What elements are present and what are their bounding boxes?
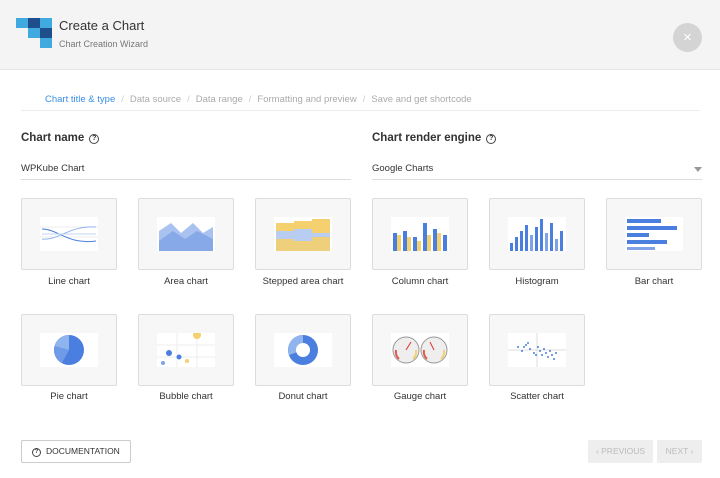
- tile-label: Bubble chart: [159, 391, 213, 402]
- pie-chart-icon: [40, 333, 98, 367]
- bar-chart-tile[interactable]: [606, 198, 702, 270]
- chart-name-input[interactable]: WPKube Chart: [21, 160, 351, 180]
- pie-chart-tile[interactable]: [21, 314, 117, 386]
- render-engine-label-text: Chart render engine: [372, 132, 482, 144]
- chart-name-label: Chart name?: [21, 132, 100, 144]
- wizard-steps: Chart title & type / Data source / Data rang…: [21, 94, 700, 111]
- documentation-label: DOCUMENTATION: [46, 446, 120, 456]
- gauge-chart-tile[interactable]: [372, 314, 468, 386]
- bubble-chart-icon: [157, 333, 215, 367]
- help-icon[interactable]: ?: [89, 134, 100, 144]
- gauge-chart-icon: [391, 333, 449, 367]
- chevron-down-icon: [694, 167, 702, 172]
- previous-button[interactable]: ‹ PREVIOUS: [588, 440, 653, 463]
- area-chart-tile[interactable]: [138, 198, 234, 270]
- step-separator: /: [248, 94, 252, 105]
- tile-label: Histogram: [515, 276, 559, 287]
- histogram-icon: [508, 217, 566, 251]
- tile-label: Line chart: [48, 276, 90, 287]
- app-logo-icon: [16, 18, 52, 48]
- column-chart-icon: [391, 217, 449, 251]
- tile-label: Donut chart: [278, 391, 328, 402]
- tile-label: Pie chart: [50, 391, 88, 402]
- tile-label: Gauge chart: [393, 391, 447, 402]
- help-icon[interactable]: ?: [486, 134, 497, 144]
- bar-chart-icon: [625, 217, 683, 251]
- stepped-area-chart-icon: [274, 217, 332, 251]
- line-chart-icon: [40, 217, 98, 251]
- step-chart-title-type[interactable]: Chart title & type: [45, 94, 115, 105]
- documentation-button[interactable]: ? DOCUMENTATION: [21, 440, 131, 463]
- step-save-shortcode[interactable]: Save and get shortcode: [371, 94, 471, 105]
- scatter-chart-tile[interactable]: [489, 314, 585, 386]
- tile-label: Area chart: [164, 276, 208, 287]
- close-icon: ×: [683, 29, 692, 46]
- wizard-header: Create a Chart Chart Creation Wizard ×: [0, 0, 720, 70]
- bubble-chart-tile[interactable]: [138, 314, 234, 386]
- next-button[interactable]: NEXT ›: [657, 440, 702, 463]
- scatter-chart-icon: [508, 333, 566, 367]
- step-data-range[interactable]: Data range: [196, 94, 243, 105]
- column-chart-tile[interactable]: [372, 198, 468, 270]
- tile-label: Stepped area chart: [262, 276, 344, 287]
- render-engine-value: Google Charts: [372, 163, 434, 174]
- tile-label: Scatter chart: [510, 391, 564, 402]
- tile-label: Column chart: [391, 276, 449, 287]
- step-separator: /: [121, 94, 124, 105]
- chart-name-label-text: Chart name: [21, 132, 85, 144]
- donut-chart-icon: [274, 333, 332, 367]
- render-engine-select[interactable]: Google Charts: [372, 160, 702, 180]
- step-separator: /: [362, 94, 366, 105]
- page-title: Create a Chart: [59, 18, 145, 33]
- histogram-tile[interactable]: [489, 198, 585, 270]
- help-icon: ?: [32, 448, 41, 457]
- donut-chart-tile[interactable]: [255, 314, 351, 386]
- tile-label: Bar chart: [634, 276, 674, 287]
- step-data-source[interactable]: Data source: [130, 94, 181, 105]
- page-subtitle: Chart Creation Wizard: [59, 39, 149, 49]
- area-chart-icon: [157, 217, 215, 251]
- close-button[interactable]: ×: [673, 23, 702, 52]
- step-separator: /: [187, 94, 190, 105]
- step-formatting-preview[interactable]: Formatting and preview: [257, 94, 356, 105]
- line-chart-tile[interactable]: [21, 198, 117, 270]
- render-engine-label: Chart render engine?: [372, 132, 497, 144]
- stepped-area-chart-tile[interactable]: [255, 198, 351, 270]
